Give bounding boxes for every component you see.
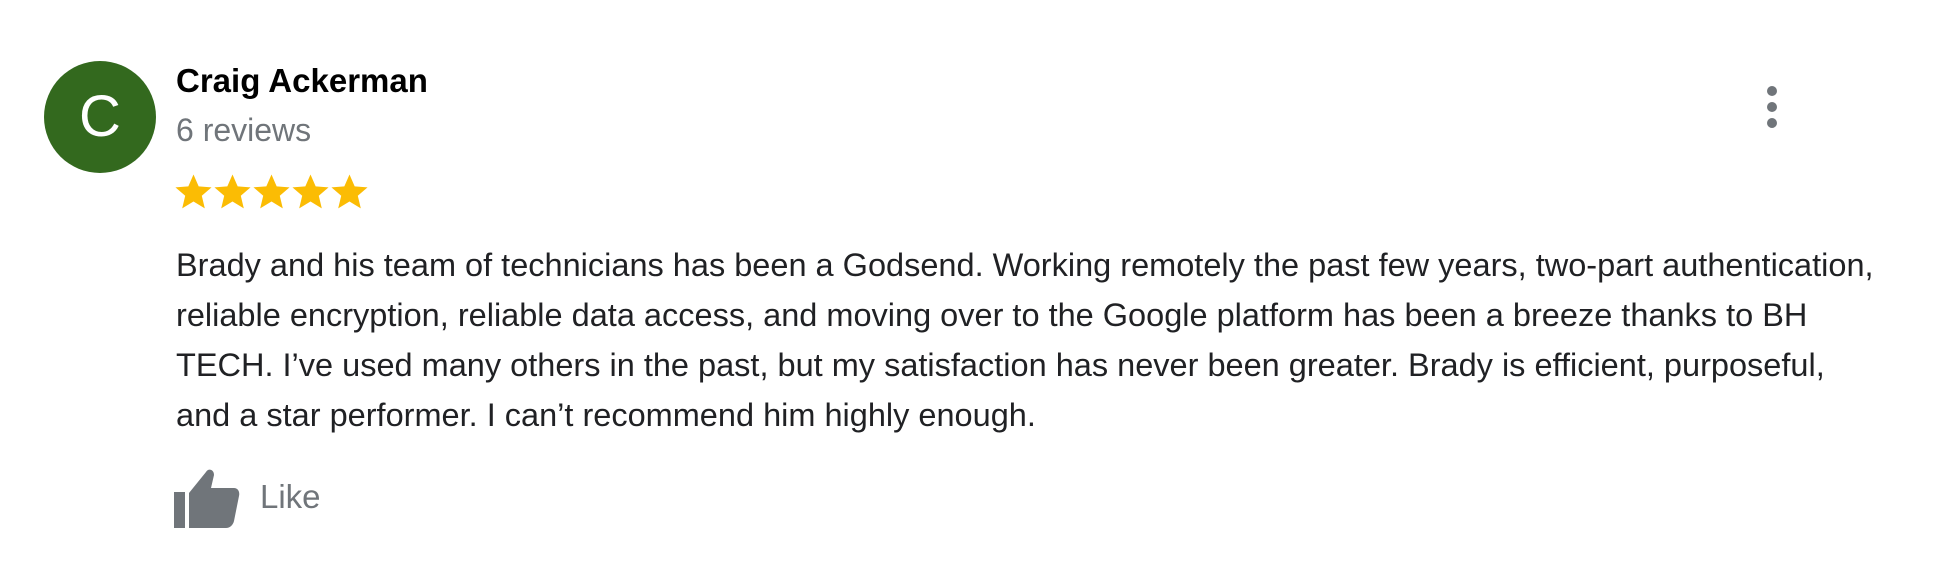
thumb-up-icon: [174, 469, 240, 528]
review-count[interactable]: 6 reviews: [176, 112, 311, 149]
star-icon: [214, 174, 251, 209]
more-options-button[interactable]: [1752, 82, 1792, 132]
avatar-letter: C: [79, 84, 121, 149]
review-card: C Craig Ackerman 6 reviews Brady and his…: [0, 0, 1950, 564]
star-icon: [175, 174, 212, 209]
star-icon: [331, 174, 368, 209]
like-label: Like: [260, 478, 321, 515]
star-rating: [174, 172, 369, 212]
author-name[interactable]: Craig Ackerman: [176, 62, 428, 100]
avatar[interactable]: C: [44, 61, 156, 173]
star-icon: [253, 174, 290, 209]
more-vert-icon: [1767, 86, 1777, 128]
like-button[interactable]: Like: [174, 466, 321, 528]
star-icon: [292, 174, 329, 209]
review-text: Brady and his team of technicians has be…: [176, 247, 1874, 433]
